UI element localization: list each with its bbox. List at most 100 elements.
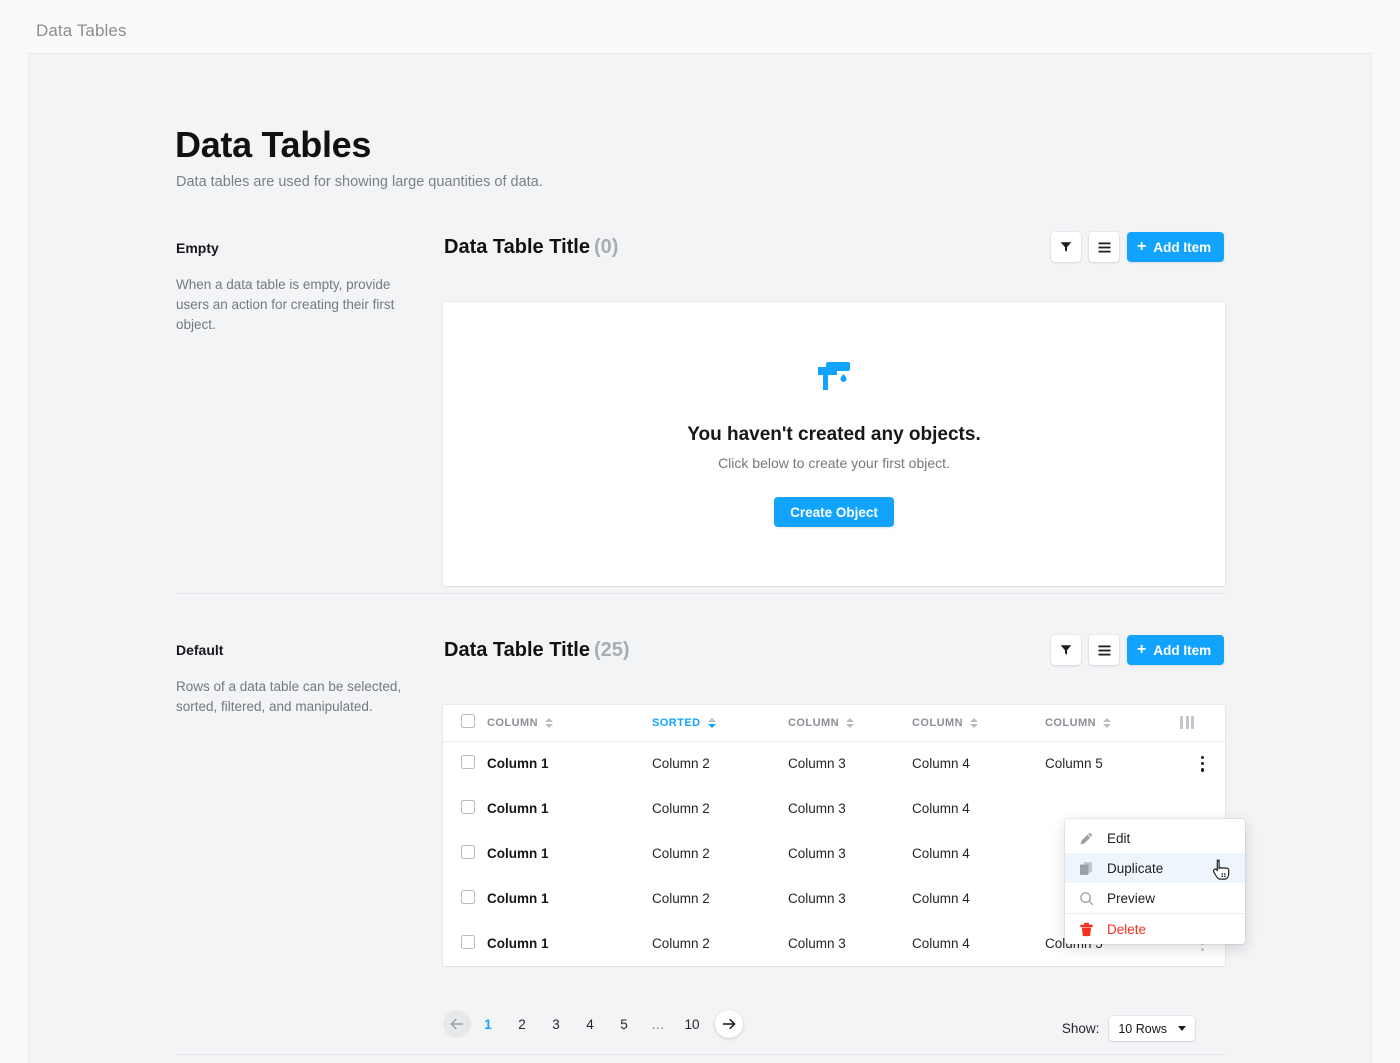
row-cell-3: Column 3 (788, 846, 846, 861)
breadcrumb: Data Tables (36, 21, 127, 40)
duplicate-icon (1080, 861, 1092, 875)
row-cell-4: Column 4 (912, 936, 970, 951)
pagination-ellipsis: … (651, 1016, 665, 1032)
empty-state-title: You haven't created any objects. (687, 424, 981, 445)
column-header-1-label: COLUMN (487, 716, 538, 729)
pagination-page-2[interactable]: 2 (505, 1017, 539, 1032)
pagination-page-3[interactable]: 3 (539, 1017, 573, 1032)
row-checkbox-cell (443, 921, 487, 966)
page-title: Data Tables (175, 124, 372, 165)
funnel-icon (1060, 645, 1072, 655)
column-header-4[interactable]: COLUMN (912, 705, 1045, 742)
empty-table-toolbar: + Add Item (1051, 232, 1225, 262)
column-header-1[interactable]: COLUMN (487, 705, 652, 742)
plus-icon: + (1137, 641, 1147, 658)
column-header-5[interactable]: COLUMN (1045, 705, 1180, 742)
sort-toggle-5[interactable] (1102, 718, 1111, 728)
column-header-3[interactable]: COLUMN (788, 705, 912, 742)
rows-per-page-select[interactable]: 10 Rows (1109, 1016, 1195, 1041)
row-menu-button[interactable] (1180, 755, 1225, 772)
add-item-label: Add Item (1153, 239, 1212, 255)
row-checkbox-cell (443, 741, 487, 786)
column-settings-header (1180, 705, 1225, 742)
list-view-button[interactable] (1089, 232, 1119, 262)
row-checkbox-cell (443, 831, 487, 876)
default-table-count: (25) (593, 639, 630, 661)
row-checkbox[interactable] (461, 755, 475, 770)
filter-button[interactable] (1051, 635, 1081, 665)
row-checkbox-cell (443, 876, 487, 921)
column-header-2[interactable]: SORTED (652, 705, 788, 742)
arrow-left-icon (450, 1018, 464, 1030)
select-all-checkbox[interactable] (461, 714, 475, 729)
filter-button[interactable] (1051, 232, 1081, 262)
row-cell-2: Column 2 (652, 846, 710, 861)
pencil-icon (1080, 832, 1093, 844)
row-cell-5: Column 5 (1045, 756, 1103, 772)
row-checkbox[interactable] (461, 800, 475, 814)
pagination-page-4[interactable]: 4 (573, 1017, 607, 1032)
create-object-button[interactable]: Create Object (774, 497, 894, 527)
row-cell-2: Column 2 (652, 891, 710, 906)
context-menu-label-edit: Edit (1107, 830, 1131, 846)
select-all-header (443, 705, 487, 742)
table-row[interactable]: Column 1 Column 2 Column 3 Column 4 Colu… (443, 741, 1225, 786)
sort-toggle-4[interactable] (969, 718, 978, 728)
row-cell-4: Column 4 (912, 846, 970, 861)
row-cell-4: Column 4 (912, 891, 970, 906)
row-cell-2: Column 2 (652, 801, 710, 816)
trash-icon (1080, 922, 1093, 936)
pagination-page-last[interactable]: 10 (675, 1017, 709, 1032)
context-menu-item-delete[interactable]: Delete (1065, 913, 1245, 944)
sort-toggle-1[interactable] (544, 718, 553, 728)
row-checkbox-cell (443, 786, 487, 831)
empty-table-title: Data Table Title (0) (444, 236, 618, 259)
row-checkbox[interactable] (461, 845, 475, 859)
row-cell-1: Column 1 (487, 756, 549, 772)
row-checkbox[interactable] (461, 890, 475, 904)
column-settings-icon[interactable] (1180, 716, 1225, 730)
rows-per-page: Show: 10 Rows (1062, 1016, 1195, 1041)
add-item-label: Add Item (1153, 642, 1212, 658)
section-divider-2 (176, 1054, 1225, 1055)
table-header-row: COLUMN SORTED COLUMN COLUMN COLUMN (443, 705, 1225, 742)
list-icon (1098, 242, 1110, 252)
row-cell-3: Column 3 (788, 801, 846, 816)
section-label-default: Default (176, 642, 224, 658)
page-subtitle: Data tables are used for showing large q… (176, 174, 543, 190)
row-cell-4: Column 4 (912, 801, 970, 816)
sort-toggle-3[interactable] (845, 718, 854, 728)
arrow-right-icon (722, 1018, 736, 1030)
row-cell-3: Column 3 (788, 891, 846, 906)
mouse-cursor-pointer (1212, 859, 1231, 883)
empty-table-title-text: Data Table Title (444, 236, 590, 258)
magnifier-icon (1080, 891, 1094, 905)
default-table-title: Data Table Title (25) (444, 639, 630, 662)
list-view-button[interactable] (1089, 635, 1119, 665)
section-desc-empty: When a data table is empty, provide user… (176, 277, 395, 332)
paint-roller-icon (817, 361, 851, 396)
funnel-icon (1060, 242, 1072, 252)
add-item-button[interactable]: + Add Item (1127, 232, 1225, 262)
context-menu-item-duplicate[interactable]: Duplicate (1065, 853, 1245, 883)
context-menu-item-edit[interactable]: Edit (1065, 823, 1245, 853)
row-cell-3: Column 3 (788, 936, 846, 951)
main-canvas: Data Tables Data tables are used for sho… (28, 53, 1372, 1063)
sort-toggle-2[interactable] (707, 718, 716, 728)
row-cell-1: Column 1 (487, 891, 549, 906)
row-menu-cell (1180, 741, 1225, 786)
empty-table-count: (0) (593, 236, 619, 258)
plus-icon: + (1137, 238, 1147, 255)
list-icon (1098, 645, 1110, 655)
row-cell-4: Column 4 (912, 756, 970, 772)
row-cell-1: Column 1 (487, 846, 549, 861)
pagination-page-5[interactable]: 5 (607, 1017, 641, 1032)
row-checkbox[interactable] (461, 935, 475, 949)
row-cell-1: Column 1 (487, 801, 549, 816)
pagination-prev-button[interactable] (443, 1010, 471, 1038)
add-item-button[interactable]: + Add Item (1127, 635, 1225, 665)
context-menu-item-preview[interactable]: Preview (1065, 883, 1245, 913)
pagination-next-button[interactable] (715, 1010, 743, 1038)
rows-per-page-value: 10 Rows (1118, 1021, 1167, 1036)
pagination-page-1[interactable]: 1 (471, 1017, 505, 1032)
